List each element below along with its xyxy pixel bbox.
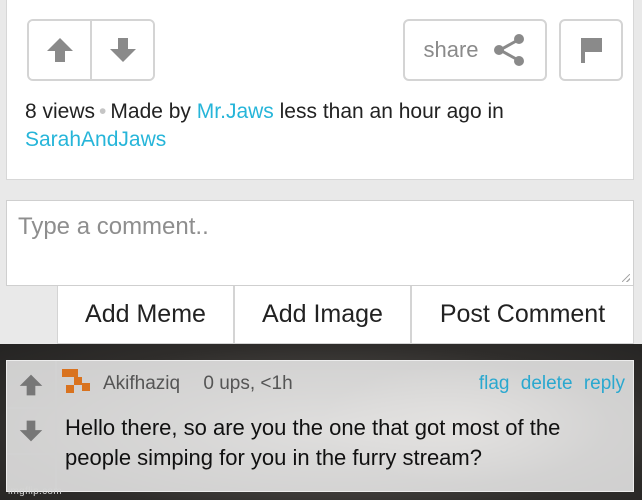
delete-link[interactable]: delete	[521, 373, 573, 394]
composer-actions: Add Meme Add Image Post Comment	[57, 286, 634, 344]
comment-username[interactable]: Akifhaziq	[103, 373, 180, 394]
flag-icon	[581, 38, 602, 63]
arrow-down-icon	[109, 38, 136, 62]
flag-link[interactable]: flag	[479, 373, 510, 394]
add-image-button[interactable]: Add Image	[233, 286, 410, 343]
avatar-icon[interactable]	[62, 369, 90, 397]
add-meme-button[interactable]: Add Meme	[58, 286, 233, 343]
share-button[interactable]: share	[403, 19, 547, 81]
post-comment-button[interactable]: Post Comment	[410, 286, 633, 343]
comment-actions: flag delete reply	[473, 373, 625, 395]
share-icon	[493, 34, 524, 66]
comment-composer	[6, 200, 634, 286]
comment-meta: 0 ups, <1h	[203, 373, 293, 394]
stream-link[interactable]: SarahAndJaws	[25, 128, 166, 151]
comment-downvote-button[interactable]	[7, 409, 55, 455]
comment-header: Akifhaziq 0 ups, <1h	[103, 373, 293, 395]
made-by-label: Made by	[110, 100, 191, 123]
comment-vote-column	[7, 361, 57, 491]
resize-handle[interactable]	[622, 274, 630, 282]
time-text: less than an hour ago in	[279, 100, 504, 123]
imgflip-watermark: imgflip.com	[8, 486, 62, 497]
author-link[interactable]: Mr.Jaws	[197, 100, 274, 123]
post-info-card: share 8 views • Made by Mr.Jaws less than …	[6, 0, 634, 180]
share-label: share	[423, 37, 479, 62]
comment-card: Akifhaziq 0 ups, <1h flag delete reply H…	[6, 360, 634, 492]
post-meta: 8 views • Made by Mr.Jaws less than an hou…	[25, 98, 585, 154]
separator-dot: •	[99, 100, 107, 123]
view-count: 8 views	[25, 100, 96, 123]
comment-upvote-button[interactable]	[7, 363, 55, 409]
arrow-down-icon	[19, 420, 43, 442]
arrow-up-icon	[46, 38, 73, 62]
arrow-up-icon	[19, 374, 43, 396]
comment-input[interactable]	[7, 201, 633, 285]
upvote-button[interactable]	[29, 21, 90, 79]
downvote-button[interactable]	[90, 21, 153, 79]
vote-group	[27, 19, 155, 81]
flag-button[interactable]	[559, 19, 623, 81]
reply-link[interactable]: reply	[584, 373, 625, 394]
comment-text: Hello there, so are you the one that got…	[65, 415, 561, 470]
